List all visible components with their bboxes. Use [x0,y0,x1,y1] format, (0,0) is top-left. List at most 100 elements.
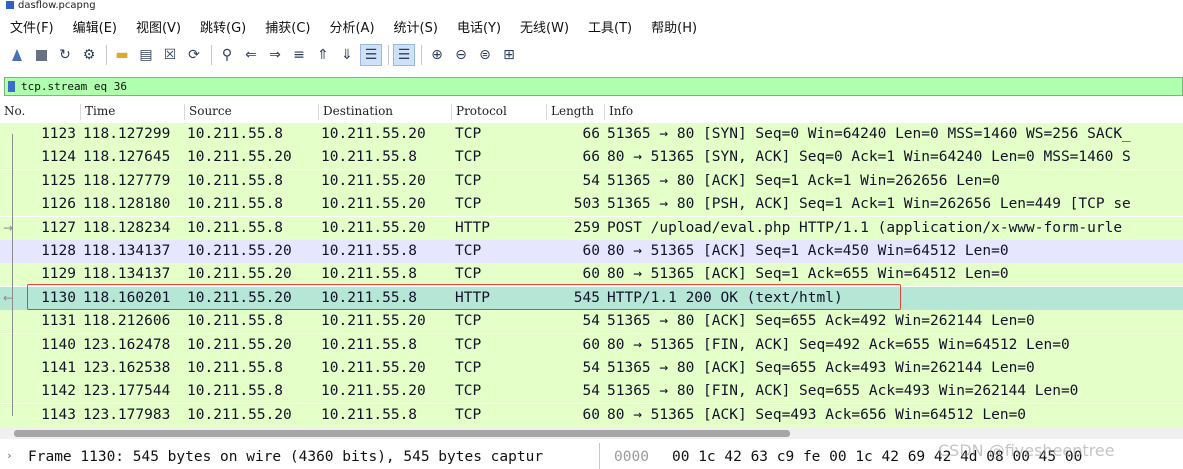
packet-row[interactable]: 1124 118.127645 10.211.55.20 10.211.55.8 TCP… [0,146,1183,169]
wireshark-logo-icon [6,1,14,9]
folder-icon: ▬ [115,47,129,63]
zoom-in-button[interactable]: ⊕ [426,44,448,66]
packet-length: 60 [582,407,600,423]
colorize-button[interactable]: ☰ [393,44,415,66]
zoom-in-icon: ⊕ [431,47,443,63]
document-icon: ▤ [139,47,153,63]
watermark: CSDN @fivesheeptree [938,441,1115,460]
packet-length: 66 [582,149,600,165]
resize-columns-button[interactable]: ⊞ [498,44,520,66]
toolbar-separator [388,45,389,65]
arrow-left-icon: ⇐ [245,47,257,63]
title-bar: dasflow.pcapng [0,0,1183,12]
column-length[interactable]: Length [546,104,594,120]
first-packet-button[interactable]: ⇑ [312,44,334,66]
column-time[interactable]: Time [80,104,115,120]
auto-scroll-button[interactable]: ☰ [360,44,382,66]
packet-row[interactable]: 1125 118.127779 10.211.55.8 10.211.55.20 TCP… [0,170,1183,193]
menu-wireless[interactable]: 无线(W) [520,17,569,36]
packet-row[interactable]: 1142 123.177544 10.211.55.8 10.211.55.20 TCP… [0,380,1183,403]
stop-icon [35,49,47,61]
packet-row[interactable]: 1141 123.162538 10.211.55.8 10.211.55.20 TCP… [0,357,1183,380]
menu-help[interactable]: 帮助(H) [651,17,697,36]
open-file-button[interactable]: ▬ [111,44,133,66]
close-file-button[interactable]: ☒ [159,44,181,66]
column-protocol[interactable]: Protocol [451,104,507,120]
packet-row[interactable]: 1126 118.128180 10.211.55.8 10.211.55.20 TCP… [0,193,1183,216]
colorize-icon: ☰ [397,47,411,63]
zoom-out-icon: ⊖ [455,47,467,63]
packet-length: 60 [582,337,600,353]
save-file-button[interactable]: ▤ [135,44,157,66]
display-filter-input[interactable]: tcp.stream eq 36 [4,77,1183,96]
packet-info: 51365 → 80 [PSH, ACK] Seq=1 Ack=1 Win=26… [607,196,1131,212]
stop-capture-button[interactable] [30,44,52,66]
arrow-right-icon: ⇒ [269,47,281,63]
menu-telephony[interactable]: 电话(Y) [457,17,501,36]
restart-capture-button[interactable]: ↻ [54,44,76,66]
column-destination[interactable]: Destination [318,104,393,120]
menu-file[interactable]: 文件(F) [10,17,54,36]
close-file-icon: ☒ [163,47,177,63]
resize-columns-icon: ⊞ [503,47,515,63]
find-packet-button[interactable]: ⚲ [216,44,238,66]
column-no[interactable]: No. [0,104,25,120]
zoom-out-button[interactable]: ⊖ [450,44,472,66]
packet-row[interactable]: 1131 118.212606 10.211.55.8 10.211.55.20 TCP… [0,310,1183,333]
toolbar-separator [106,45,107,65]
packet-row[interactable]: 1129 118.134137 10.211.55.20 10.211.55.8 TCP… [0,263,1183,286]
packet-row[interactable]: 1123 118.127299 10.211.55.8 10.211.55.20 TCP… [0,123,1183,146]
go-to-icon: ≡ [293,47,305,63]
packet-info: 51365 → 80 [FIN, ACK] Seq=655 Ack=493 Wi… [607,383,1079,399]
menu-analyze[interactable]: 分析(A) [329,17,374,36]
menu-tools[interactable]: 工具(T) [588,17,632,36]
toolbar-separator [421,45,422,65]
normal-size-button[interactable]: ⊜ [474,44,496,66]
bookmark-icon[interactable] [8,81,15,92]
shark-fin-icon [12,49,22,61]
last-packet-button[interactable]: ⇓ [336,44,358,66]
packet-length: 54 [582,383,600,399]
packet-row[interactable]: 1143 123.177983 10.211.55.20 10.211.55.8 TCP… [0,404,1183,427]
menu-edit[interactable]: 编辑(E) [73,17,117,36]
go-to-packet-button[interactable]: ≡ [288,44,310,66]
packet-info: 51365 → 80 [ACK] Seq=655 Ack=492 Win=262… [607,313,1035,329]
display-filter-text: tcp.stream eq 36 [21,80,127,93]
pane-divider[interactable] [599,443,600,469]
packet-info: 51365 → 80 [ACK] Seq=655 Ack=493 Win=262… [607,360,1035,376]
reload-icon: ⟳ [188,47,200,63]
packet-row[interactable]: 1127 118.128234 10.211.55.8 10.211.55.20 HTT… [0,217,1183,240]
menu-statistics[interactable]: 统计(S) [394,17,438,36]
column-source[interactable]: Source [184,104,232,120]
packet-info: 80 → 51365 [SYN, ACK] Seq=0 Ack=1 Win=64… [607,149,1131,165]
highlight-annotation [27,284,901,310]
packet-info: 80 → 51365 [ACK] Seq=1 Ack=655 Win=64512… [607,266,1009,282]
horizontal-scrollbar[interactable] [0,427,1183,439]
packet-length: 54 [582,360,600,376]
menu-go[interactable]: 跳转(G) [200,17,246,36]
bytes-offset: 0000 [614,449,649,465]
capture-options-button[interactable]: ⚙ [78,44,100,66]
window-title: dasflow.pcapng [18,0,96,11]
scrollbar-thumb[interactable] [14,430,790,437]
zoom-reset-icon: ⊜ [479,47,491,63]
packet-length: 259 [573,220,600,236]
frame-detail-item[interactable]: Frame 1130: 545 bytes on wire (4360 bits… [28,449,598,465]
packet-length: 54 [582,313,600,329]
reload-file-button[interactable]: ⟳ [183,44,205,66]
response-arrow-icon: ← [3,291,14,305]
go-back-button[interactable]: ⇐ [240,44,262,66]
packet-info: 51365 → 80 [SYN] Seq=0 Win=64240 Len=0 M… [607,126,1131,142]
packet-row[interactable]: 1140 123.162478 10.211.55.20 10.211.55.8 TCP… [0,334,1183,357]
packet-row[interactable]: 1128 118.134137 10.211.55.20 10.211.55.8 TCP… [0,240,1183,263]
menu-bar: 文件(F) 编辑(E) 视图(V) 跳转(G) 捕获(C) 分析(A) 统计(S… [0,13,1183,39]
menu-capture[interactable]: 捕获(C) [265,17,310,36]
arrow-down-icon: ⇓ [341,47,353,63]
column-info[interactable]: Info [604,104,633,120]
go-forward-button[interactable]: ⇒ [264,44,286,66]
menu-view[interactable]: 视图(V) [136,17,181,36]
toolbar-separator [211,45,212,65]
chevron-right-icon[interactable]: › [6,449,13,462]
restart-icon: ↻ [59,47,71,63]
start-capture-button[interactable] [6,44,28,66]
